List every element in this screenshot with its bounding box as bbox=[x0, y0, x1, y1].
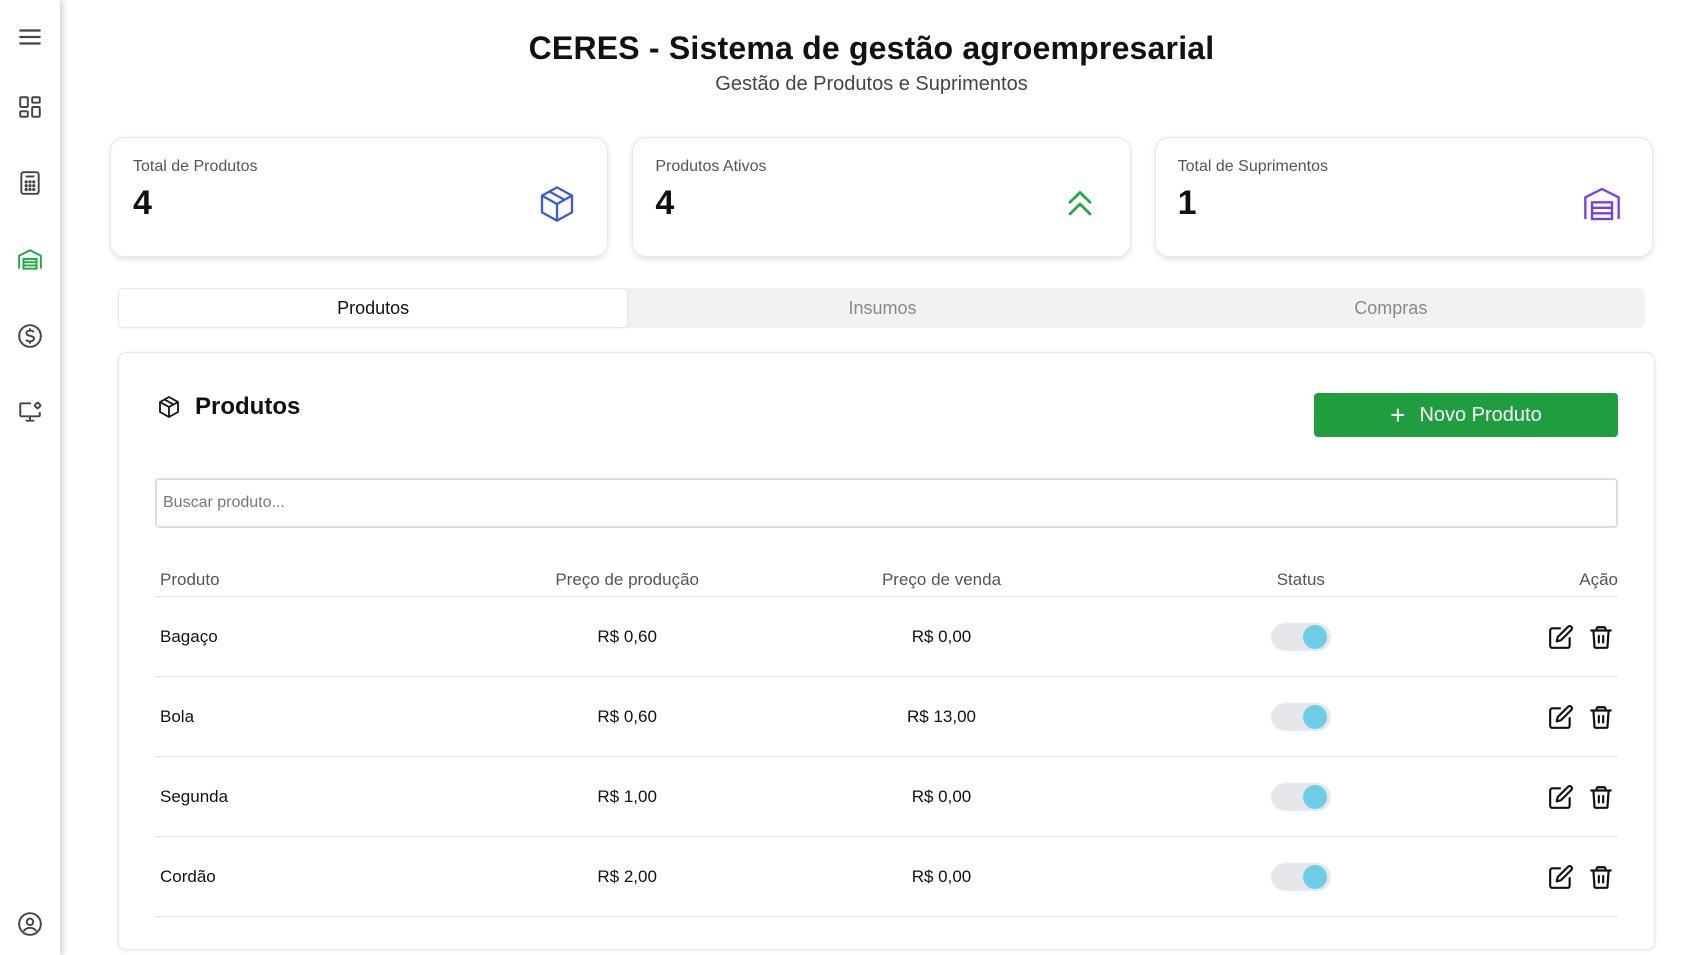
products-panel: Produtos + Novo Produto Produto Preço de… bbox=[118, 352, 1655, 950]
monitor-settings-icon[interactable] bbox=[12, 394, 48, 430]
status-toggle[interactable] bbox=[1270, 782, 1331, 811]
edit-icon[interactable] bbox=[1548, 864, 1574, 890]
edit-icon[interactable] bbox=[1548, 784, 1574, 810]
page-title: CERES - Sistema de gestão agroempresaria… bbox=[528, 30, 1215, 66]
status-cell bbox=[1084, 782, 1398, 811]
column-header-status: Status bbox=[1276, 569, 1325, 589]
dashboard-icon[interactable] bbox=[12, 89, 48, 125]
new-product-label: Novo Produto bbox=[1419, 403, 1542, 426]
product-name: Bola bbox=[160, 706, 195, 726]
chevrons-up-icon bbox=[1068, 191, 1091, 216]
table-row: Cordão R$ 2,00 R$ 0,00 bbox=[155, 837, 1618, 917]
table-row: Bagaço R$ 0,60 R$ 0,00 bbox=[155, 597, 1618, 677]
panel-title: Produtos bbox=[195, 393, 301, 420]
toggle-knob bbox=[1302, 624, 1327, 649]
status-toggle[interactable] bbox=[1270, 622, 1331, 651]
edit-icon[interactable] bbox=[1548, 624, 1574, 650]
column-header-sale-price: Preço de venda bbox=[881, 569, 1002, 589]
tab-compras[interactable]: Compras bbox=[1137, 288, 1645, 328]
stats-row: Total de Produtos 4 Produtos Ativos 4 To… bbox=[110, 137, 1653, 257]
column-header-action: Ação bbox=[1579, 569, 1618, 589]
stat-value: 4 bbox=[655, 184, 675, 222]
stat-card-total-supplies: Total de Suprimentos 1 bbox=[1154, 137, 1653, 257]
panel-header: Produtos bbox=[157, 393, 300, 421]
menu-icon[interactable] bbox=[12, 19, 48, 55]
trash-icon[interactable] bbox=[1588, 864, 1614, 890]
stat-label: Total de Suprimentos bbox=[1177, 158, 1328, 175]
stat-value: 4 bbox=[133, 184, 152, 222]
production-price: R$ 0,60 bbox=[597, 626, 657, 646]
sale-price: R$ 0,00 bbox=[911, 866, 972, 886]
warehouse-icon[interactable] bbox=[12, 242, 48, 278]
trash-icon[interactable] bbox=[1588, 624, 1614, 650]
stat-label: Total de Produtos bbox=[133, 158, 258, 175]
table-header: Produto Preço de produção Preço de venda… bbox=[155, 563, 1618, 597]
status-toggle[interactable] bbox=[1270, 702, 1331, 731]
table-row: Segunda R$ 1,00 R$ 0,00 bbox=[155, 757, 1618, 837]
warehouse-icon bbox=[1584, 187, 1620, 221]
action-cell bbox=[1398, 864, 1618, 890]
page-subtitle: Gestão de Produtos e Suprimentos bbox=[715, 73, 1028, 95]
production-price: R$ 2,00 bbox=[597, 866, 657, 886]
edit-icon[interactable] bbox=[1548, 704, 1574, 730]
trash-icon[interactable] bbox=[1588, 784, 1614, 810]
table-row: Bola R$ 0,60 R$ 13,00 bbox=[155, 677, 1618, 757]
toggle-knob bbox=[1302, 784, 1327, 809]
new-product-button[interactable]: + Novo Produto bbox=[1314, 393, 1618, 437]
product-name: Bagaço bbox=[160, 626, 218, 646]
tab-produtos[interactable]: Produtos bbox=[118, 288, 629, 328]
product-name: Segunda bbox=[160, 786, 229, 806]
sale-price: R$ 0,00 bbox=[911, 786, 972, 806]
plus-icon: + bbox=[1390, 400, 1406, 430]
box-icon bbox=[541, 186, 574, 222]
main-content: CERES - Sistema de gestão agroempresaria… bbox=[60, 0, 1683, 955]
tab-bar: Produtos Insumos Compras bbox=[118, 288, 1645, 328]
toggle-knob bbox=[1302, 864, 1327, 889]
dollar-icon[interactable] bbox=[12, 318, 48, 354]
column-header-production-price: Preço de produção bbox=[555, 569, 699, 589]
sale-price: R$ 0,00 bbox=[911, 626, 972, 646]
sidebar bbox=[0, 0, 60, 955]
status-cell bbox=[1084, 702, 1398, 731]
status-cell bbox=[1084, 622, 1398, 651]
calculator-icon[interactable] bbox=[12, 165, 48, 201]
user-circle-icon[interactable] bbox=[12, 906, 48, 942]
action-cell bbox=[1398, 784, 1618, 810]
production-price: R$ 1,00 bbox=[597, 786, 657, 806]
box-icon bbox=[159, 396, 179, 418]
products-table: Produto Preço de produção Preço de venda… bbox=[155, 563, 1618, 917]
action-cell bbox=[1398, 624, 1618, 650]
sale-price: R$ 13,00 bbox=[906, 706, 976, 726]
product-name: Cordão bbox=[160, 866, 216, 886]
page-header: CERES - Sistema de gestão agroempresaria… bbox=[60, 0, 1683, 96]
stat-value: 1 bbox=[1177, 184, 1197, 222]
toggle-knob bbox=[1302, 704, 1327, 729]
action-cell bbox=[1398, 704, 1618, 730]
column-header-product: Produto bbox=[160, 569, 220, 589]
tab-insumos[interactable]: Insumos bbox=[628, 288, 1136, 328]
production-price: R$ 0,60 bbox=[597, 706, 657, 726]
status-cell bbox=[1084, 862, 1398, 891]
stat-card-active-products: Produtos Ativos 4 bbox=[632, 137, 1131, 257]
search-input[interactable] bbox=[155, 478, 1618, 528]
trash-icon[interactable] bbox=[1588, 704, 1614, 730]
stat-label: Produtos Ativos bbox=[655, 158, 767, 175]
status-toggle[interactable] bbox=[1270, 862, 1331, 891]
stat-card-total-products: Total de Produtos 4 bbox=[110, 137, 609, 257]
